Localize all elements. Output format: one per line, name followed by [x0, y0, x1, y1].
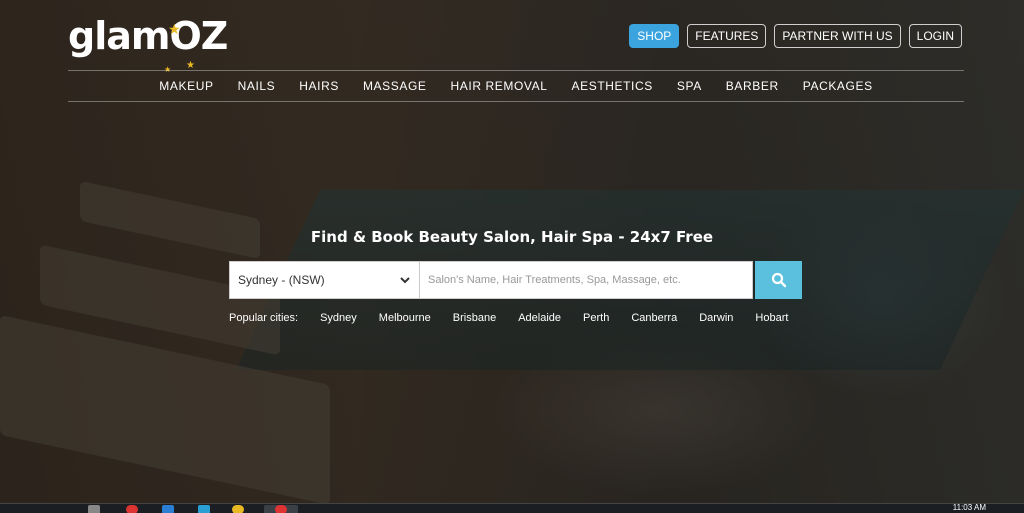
search-icon — [771, 272, 786, 288]
city-link-brisbane[interactable]: Brisbane — [453, 312, 496, 324]
login-button[interactable]: LOGIN — [908, 24, 962, 48]
nav-divider-bottom — [68, 101, 964, 102]
shop-button[interactable]: SHOP — [629, 24, 680, 48]
taskbar-app-icon[interactable] — [162, 505, 174, 513]
taskbar-browser-icon[interactable] — [126, 505, 138, 513]
taskbar-chrome-icon[interactable] — [275, 505, 287, 513]
city-link-melbourne[interactable]: Melbourne — [379, 312, 431, 324]
city-select-value: Sydney - (NSW) — [238, 273, 325, 287]
popular-cities: Popular cities: Sydney Melbourne Brisban… — [229, 312, 810, 324]
star-icon: ★ — [168, 22, 181, 38]
top-nav-buttons: SHOP FEATURES PARTNER WITH US LOGIN — [629, 24, 962, 48]
city-link-sydney[interactable]: Sydney — [320, 312, 357, 324]
partner-button[interactable]: PARTNER WITH US — [774, 24, 901, 48]
nav-item-hair-removal[interactable]: HAIR REMOVAL — [451, 78, 548, 94]
nav-divider-top — [68, 70, 964, 71]
taskbar-app-icon[interactable] — [88, 505, 100, 513]
os-taskbar: 11:03 AM — [0, 503, 1024, 513]
city-link-adelaide[interactable]: Adelaide — [518, 312, 561, 324]
logo-text: glam — [68, 14, 170, 58]
city-link-darwin[interactable]: Darwin — [699, 312, 733, 324]
chevron-down-icon — [400, 277, 410, 284]
city-link-canberra[interactable]: Canberra — [631, 312, 677, 324]
nav-item-aesthetics[interactable]: AESTHETICS — [572, 78, 653, 94]
nav-item-makeup[interactable]: MAKEUP — [159, 78, 213, 94]
hero-headline: Find & Book Beauty Salon, Hair Spa - 24x… — [310, 228, 714, 246]
popular-cities-label: Popular cities: — [229, 312, 299, 324]
search-input[interactable] — [420, 261, 753, 299]
nav-item-spa[interactable]: SPA — [677, 78, 702, 94]
features-button[interactable]: FEATURES — [687, 24, 767, 48]
hero-overlay — [0, 0, 1024, 503]
category-nav: MAKEUP NAILS HAIRS MASSAGE HAIR REMOVAL … — [68, 78, 964, 94]
nav-item-massage[interactable]: MASSAGE — [363, 78, 427, 94]
taskbar-clock: 11:03 AM — [952, 503, 986, 512]
taskbar-app-icon[interactable] — [198, 505, 210, 513]
nav-item-packages[interactable]: PACKAGES — [803, 78, 873, 94]
search-button[interactable] — [755, 261, 802, 299]
taskbar-app-icon[interactable] — [232, 505, 244, 513]
city-link-hobart[interactable]: Hobart — [755, 312, 788, 324]
nav-item-barber[interactable]: BARBER — [726, 78, 779, 94]
city-link-perth[interactable]: Perth — [583, 312, 609, 324]
search-bar: Sydney - (NSW) — [229, 261, 802, 299]
site-logo[interactable]: glamOZ ★ ★ ★ — [68, 14, 228, 74]
city-select[interactable]: Sydney - (NSW) — [229, 261, 420, 299]
nav-item-hairs[interactable]: HAIRS — [299, 78, 339, 94]
nav-item-nails[interactable]: NAILS — [238, 78, 276, 94]
